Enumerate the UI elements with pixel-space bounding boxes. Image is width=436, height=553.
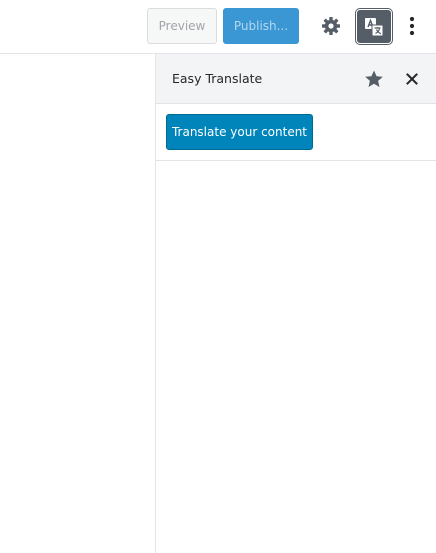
sidebar-panel-body: Translate your content xyxy=(156,104,436,161)
translate-content-button[interactable]: Translate your content xyxy=(166,114,313,150)
top-toolbar: Preview Publish... xyxy=(0,0,436,54)
sidebar-title: Easy Translate xyxy=(172,71,263,86)
preview-button[interactable]: Preview xyxy=(147,8,217,44)
pin-favorite-button[interactable] xyxy=(361,66,387,92)
translate-icon xyxy=(365,17,384,36)
plugin-sidebar: Easy Translate Translate your content xyxy=(155,54,436,553)
editor-screen: Preview Publish... Easy Translate Transl… xyxy=(0,0,436,553)
more-options-button[interactable] xyxy=(400,10,424,42)
publish-button[interactable]: Publish... xyxy=(223,8,299,44)
more-vertical-icon xyxy=(409,16,415,36)
close-sidebar-button[interactable] xyxy=(400,67,424,91)
gear-icon xyxy=(322,17,340,35)
settings-button[interactable] xyxy=(315,10,347,42)
star-icon xyxy=(365,70,383,87)
close-icon xyxy=(406,73,418,85)
sidebar-header: Easy Translate xyxy=(156,54,436,104)
easy-translate-toggle-button[interactable] xyxy=(356,9,392,44)
